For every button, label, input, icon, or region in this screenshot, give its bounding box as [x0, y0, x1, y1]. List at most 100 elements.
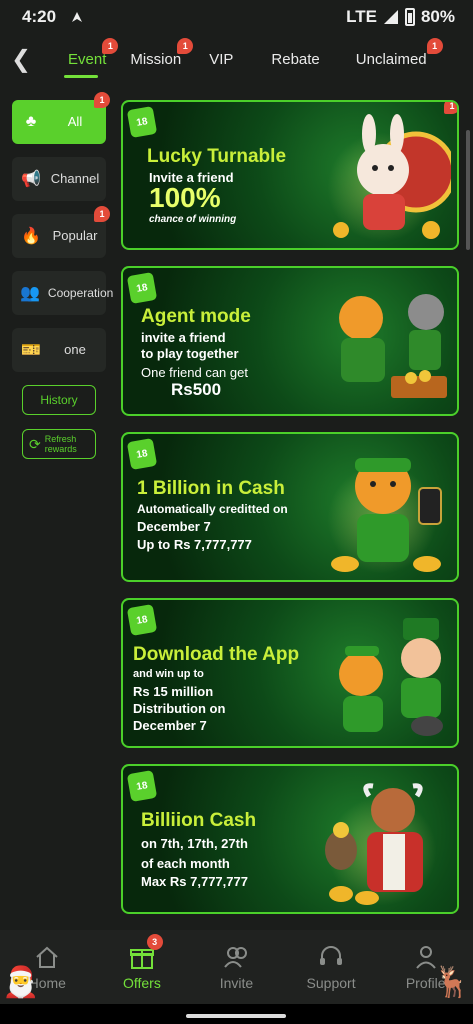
offers-badge: 3	[146, 934, 163, 950]
category-sidebar: ♣ All 1 📢 Channel 🔥 Popular 1 👥 Cooperat…	[12, 92, 113, 459]
card-line: to play together	[141, 346, 239, 361]
ticket-icon: 🎫	[21, 342, 41, 359]
fire-icon: 🔥	[21, 228, 41, 245]
nav-label: Support	[306, 975, 356, 991]
card-line: Distribution on	[133, 701, 226, 716]
sidebar-item-popular[interactable]: 🔥 Popular 1	[12, 206, 110, 258]
top-tabs: ❮ Event 1 Mission 1 VIP Rebate Unclaimed…	[0, 34, 473, 84]
event-card-download-app[interactable]: 18 Download the App and win up to Rs 15 …	[121, 598, 459, 748]
sidebar-item-cooperation[interactable]: 👥 Cooperation	[12, 271, 113, 315]
tiger-raccoon-illustration	[339, 294, 447, 398]
battery-icon	[404, 8, 415, 26]
card-highlight: 100%	[149, 182, 221, 213]
card-line: and win up to	[133, 668, 204, 680]
event-card-agent-mode[interactable]: 18 Agent mode invite a friend to play to…	[121, 266, 459, 416]
rabbit-mascot-illustration	[333, 114, 451, 239]
sidebar-badge: 1	[94, 206, 110, 222]
nav-invite[interactable]: Invite	[189, 930, 284, 1004]
headset-icon	[320, 946, 343, 965]
status-time: 4:20	[22, 7, 57, 26]
status-bar: 4:20 LTE 80%	[0, 0, 473, 34]
refresh-label: Refresh rewards	[45, 434, 77, 454]
bottom-nav: Home Offers 3 Invite Support Profile 🎅 🦌	[0, 930, 473, 1004]
card-line: Rs 15 million	[133, 684, 214, 699]
sidebar-item-label: Cooperation	[47, 286, 114, 300]
card-title: Download the App	[133, 644, 300, 665]
scrollbar[interactable]	[466, 130, 470, 250]
card-line: on 7th, 17th, 27th	[141, 836, 248, 851]
refresh-label-line2: rewards	[44, 444, 77, 454]
back-button[interactable]: ❮	[0, 34, 42, 84]
sidebar-badge: 1	[94, 92, 110, 108]
home-indicator[interactable]	[186, 1014, 286, 1018]
event-card-billion-cash[interactable]: 18 1 Billion in Cash Automatically credi…	[121, 432, 459, 582]
nav-label: Invite	[219, 975, 254, 991]
tab-label: VIP	[209, 50, 234, 68]
signal-icon	[383, 10, 398, 24]
santa-decoration-icon: 🎅	[2, 966, 40, 999]
sidebar-item-one[interactable]: 🎫 one	[12, 328, 106, 372]
tab-label: Event	[68, 50, 107, 68]
card-title: Billiion Cash	[141, 810, 257, 831]
brand-logo: 18	[126, 105, 158, 139]
nav-support[interactable]: Support	[284, 930, 379, 1004]
coins-decoration	[331, 556, 441, 572]
tab-vip[interactable]: VIP	[197, 34, 257, 84]
card-line: December 7	[137, 519, 211, 534]
sidebar-item-all[interactable]: ♣ All 1	[12, 92, 110, 144]
card-title: 1 Billion in Cash	[137, 478, 285, 499]
sidebar-item-label: one	[64, 342, 86, 357]
card-line: chance of winning	[149, 214, 237, 225]
network-type: LTE	[346, 7, 377, 26]
event-card-billiion-cash[interactable]: 18 Billiion Cash on 7th, 17th, 27th of e…	[121, 764, 459, 914]
people-icon	[224, 947, 248, 968]
sidebar-item-label: Popular	[52, 228, 98, 243]
reindeer-decoration-icon: 🦌	[433, 966, 471, 999]
tab-rebate[interactable]: Rebate	[257, 34, 349, 84]
tab-unclaimed[interactable]: Unclaimed 1	[350, 34, 443, 84]
refresh-rewards-button[interactable]: ⟳ Refresh rewards	[22, 429, 96, 459]
event-list: 1 18 Lucky Turnable Invite a friend 100%…	[121, 100, 459, 930]
tab-badge: 1	[102, 38, 119, 54]
tab-badge: 1	[177, 38, 194, 54]
card-highlight: Rs500	[171, 380, 222, 399]
sidebar-item-channel[interactable]: 📢 Channel	[12, 157, 106, 201]
card-line: December 7	[133, 718, 207, 733]
notification-icon	[72, 12, 83, 22]
card-line: Max Rs 7,777,777	[141, 874, 248, 889]
card-line: of each month	[141, 856, 230, 871]
card-line: One friend can get	[141, 365, 248, 380]
tab-mission[interactable]: Mission 1	[120, 34, 197, 84]
megaphone-icon: 📢	[21, 171, 41, 188]
nav-label: Offers	[122, 975, 161, 991]
card-title: Agent mode	[141, 306, 251, 327]
card-title: Lucky Turnable	[147, 146, 287, 167]
tab-label: Rebate	[271, 50, 320, 68]
tab-badge: 1	[426, 38, 443, 54]
tab-label: Mission	[130, 50, 182, 68]
chevron-left-icon: ❮	[10, 45, 32, 73]
card-line: invite a friend	[141, 330, 226, 345]
status-right: LTE 80%	[346, 7, 455, 27]
card-line: Up to Rs 7,777,777	[137, 537, 252, 552]
tiger-leprechaun-illustration	[339, 618, 443, 736]
tab-event[interactable]: Event 1	[42, 34, 120, 84]
sidebar-item-label: All	[67, 114, 83, 129]
history-button[interactable]: History	[22, 385, 96, 415]
card-badge: 1	[444, 102, 457, 114]
card-line: Automatically creditted on	[137, 502, 288, 516]
brand-logo: 18	[126, 769, 158, 803]
sidebar-item-label: Channel	[50, 171, 100, 186]
handshake-icon: 👥	[20, 285, 40, 302]
coins-decoration	[329, 886, 379, 905]
nav-offers[interactable]: Offers 3	[95, 930, 190, 1004]
refresh-label-line1: Refresh	[44, 434, 77, 444]
tab-label: Unclaimed	[355, 50, 427, 68]
event-card-lucky-turntable[interactable]: 1 18 Lucky Turnable Invite a friend 100%…	[121, 100, 459, 250]
refresh-icon: ⟳	[29, 436, 41, 452]
cards-icon: ♣	[25, 113, 37, 130]
brand-logo: 18	[126, 271, 158, 305]
battery-level: 80%	[420, 7, 455, 26]
brand-logo: 18	[126, 603, 158, 637]
brand-logo: 18	[126, 437, 158, 471]
